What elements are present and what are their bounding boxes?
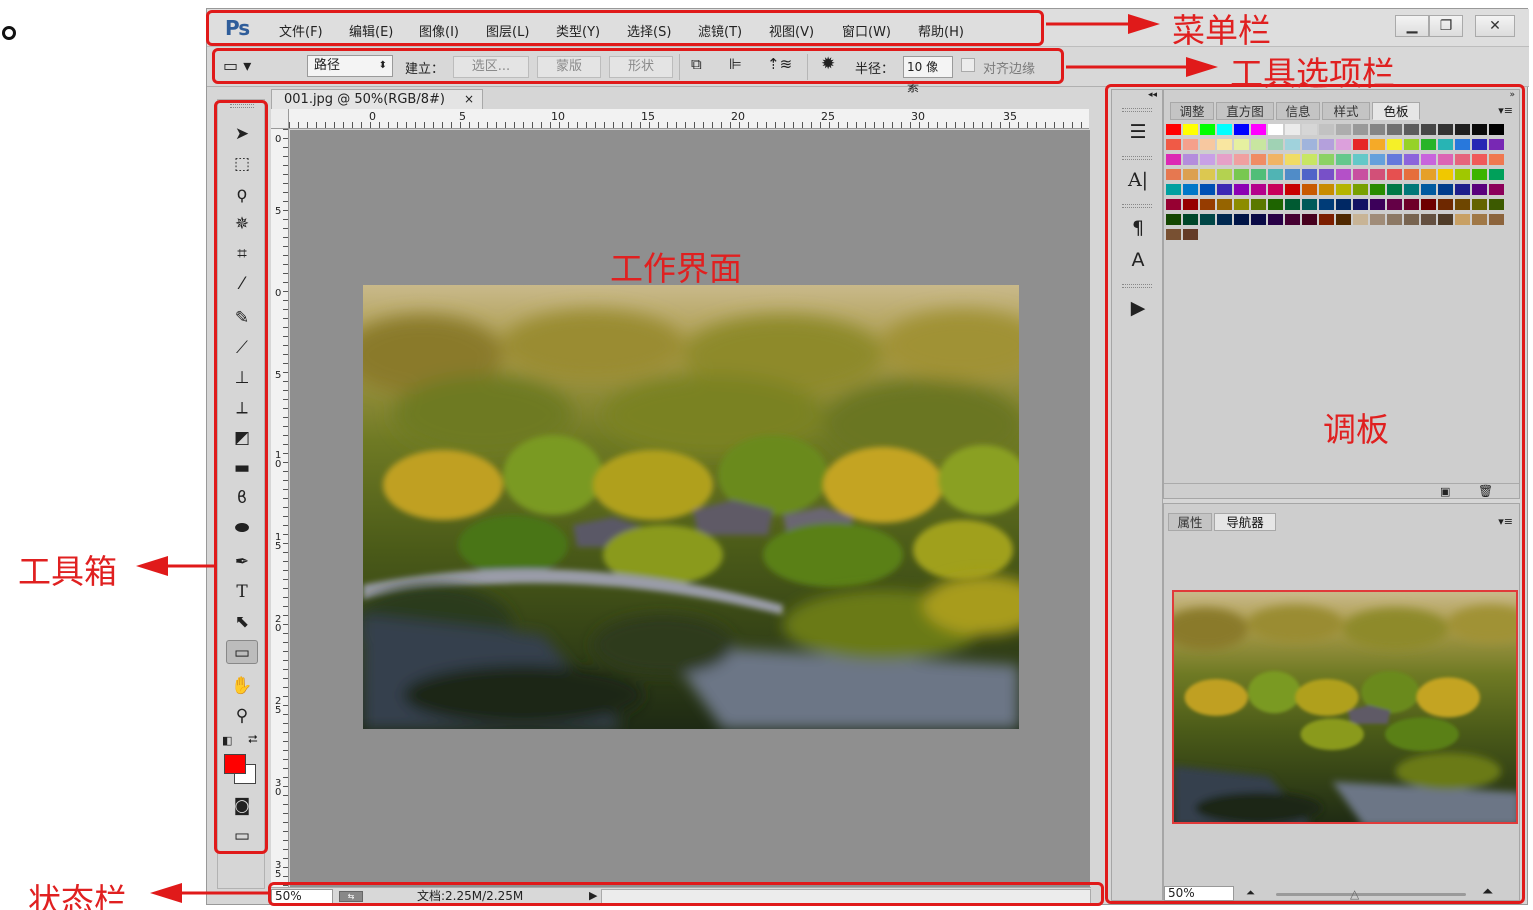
annotation-menu-bar: 菜单栏 [1172, 11, 1271, 50]
annotation-workspace: 工作界面 [610, 249, 742, 288]
annotation-toolbox: 工具箱 [18, 552, 117, 591]
annotation-status-bar: 状态栏 [28, 881, 127, 910]
corner-mark [2, 26, 16, 40]
annotation-options-bar: 工具选项栏 [1230, 54, 1395, 93]
annotation-arrows [136, 14, 1218, 903]
annotation-palette: 调板 [1323, 410, 1389, 449]
